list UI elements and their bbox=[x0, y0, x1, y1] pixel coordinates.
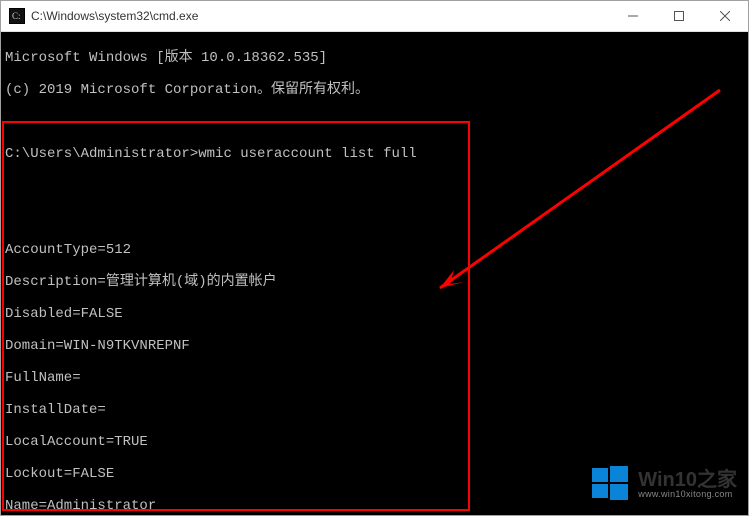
output-line: FullName= bbox=[5, 370, 744, 386]
output-line: Description=管理计算机(域)的内置帐户 bbox=[5, 274, 744, 290]
windows-logo-icon bbox=[590, 464, 630, 504]
output-line: AccountType=512 bbox=[5, 242, 744, 258]
output-line bbox=[5, 178, 744, 194]
window-controls bbox=[610, 1, 748, 31]
titlebar: C: C:\Windows\system32\cmd.exe bbox=[1, 1, 748, 32]
output-line: InstallDate= bbox=[5, 402, 744, 418]
watermark-name: Win10之家 bbox=[638, 470, 737, 490]
command-input[interactable]: wmic useraccount list full bbox=[198, 146, 416, 162]
output-line: Disabled=FALSE bbox=[5, 306, 744, 322]
cmd-icon: C: bbox=[9, 8, 25, 24]
terminal-output[interactable]: Microsoft Windows [版本 10.0.18362.535] (c… bbox=[1, 32, 748, 515]
prompt: C:\Users\Administrator> bbox=[5, 146, 198, 162]
close-button[interactable] bbox=[702, 1, 748, 31]
output-line: (c) 2019 Microsoft Corporation。保留所有权利。 bbox=[5, 82, 744, 98]
minimize-button[interactable] bbox=[610, 1, 656, 31]
svg-text:C:: C: bbox=[12, 11, 21, 21]
watermark-url: www.win10xitong.com bbox=[638, 490, 737, 499]
output-line: LocalAccount=TRUE bbox=[5, 434, 744, 450]
maximize-button[interactable] bbox=[656, 1, 702, 31]
output-line: Domain=WIN-N9TKVNREPNF bbox=[5, 338, 744, 354]
watermark: Win10之家 www.win10xitong.com bbox=[590, 464, 737, 504]
output-line bbox=[5, 210, 744, 226]
output-line: Microsoft Windows [版本 10.0.18362.535] bbox=[5, 50, 744, 66]
window-title: C:\Windows\system32\cmd.exe bbox=[31, 9, 610, 23]
cmd-window: C: C:\Windows\system32\cmd.exe Microsoft… bbox=[0, 0, 749, 516]
output-line bbox=[5, 114, 744, 130]
prompt-line: C:\Users\Administrator>wmic useraccount … bbox=[5, 146, 744, 162]
